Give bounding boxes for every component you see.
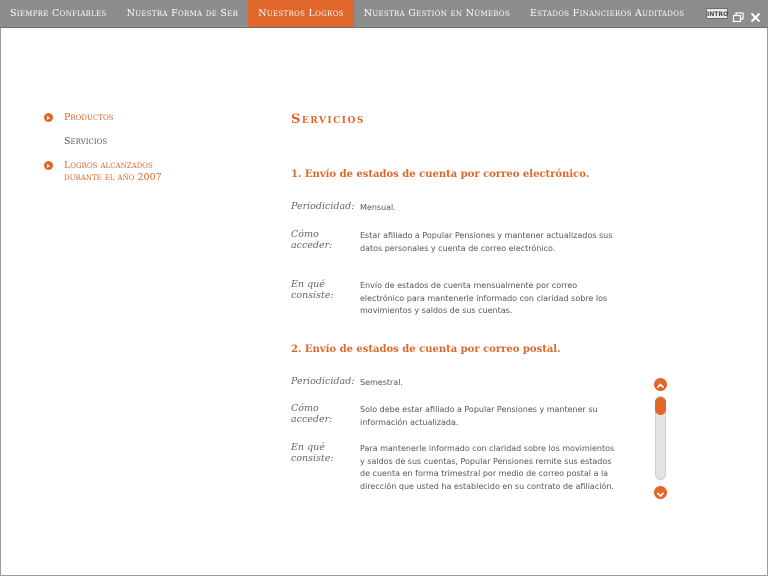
scroll-thumb[interactable]: [655, 397, 666, 415]
menu-item-label: Productos: [64, 112, 114, 123]
row-value: Mensual.: [360, 203, 396, 212]
scroll-down-icon[interactable]: [654, 486, 667, 499]
side-menu: Productos Servicios Logros alcanzados du…: [44, 112, 244, 196]
tab-nuestros-logros[interactable]: Nuestros Logros: [248, 0, 354, 27]
menu-item-label: Servicios: [64, 136, 108, 147]
row-label: Periodicidad:: [291, 376, 355, 387]
main-content: Servicios 1. Envío de estados de cuenta …: [291, 112, 651, 491]
row-value: Solo debe estar afiliado a Popular Pensi…: [360, 405, 598, 427]
nav-tabs: Siempre Confiables Nuestra Forma de Ser …: [0, 0, 694, 27]
menu-item-label: Logros alcanzados: [64, 160, 153, 171]
menu-item-productos[interactable]: Productos: [44, 112, 244, 124]
row-label: Cómo acceder:: [291, 403, 333, 425]
scroll-up-icon[interactable]: [654, 378, 667, 391]
row-value: Semestral.: [360, 378, 403, 387]
tab-nuestra-forma-de-ser[interactable]: Nuestra Forma de Ser: [117, 0, 249, 27]
row-value: Envío de estados de cuenta mensualmente …: [360, 281, 608, 315]
row-value: Para mantenerle informado con claridad s…: [360, 444, 615, 491]
tab-nuestra-gestion-en-numeros[interactable]: Nuestra Gestión en Números: [354, 0, 520, 27]
section-heading-2: 2. Envío de estados de cuenta por correo…: [291, 344, 561, 355]
menu-item-label-line2: durante el año 2007: [64, 172, 162, 183]
tab-siempre-confiables[interactable]: Siempre Confiables: [0, 0, 117, 27]
section-heading-1: 1. Envío de estados de cuenta por correo…: [291, 169, 590, 180]
restore-window-icon[interactable]: [732, 8, 745, 23]
page-title: Servicios: [291, 112, 365, 127]
menu-item-servicios[interactable]: Servicios: [44, 136, 244, 148]
row-label: En qué consiste:: [291, 442, 334, 464]
row-value: Estar afiliado a Popular Pensiones y man…: [360, 231, 613, 253]
window-controls: INTRO: [706, 8, 762, 23]
arrow-bullet-icon: [44, 113, 53, 122]
content-scrollbar[interactable]: [654, 378, 668, 500]
arrow-bullet-icon: [44, 161, 53, 170]
close-icon[interactable]: [749, 8, 762, 23]
row-label: En qué consiste:: [291, 279, 334, 301]
tab-estados-financieros-auditados[interactable]: Estados Financieros Auditados: [520, 0, 694, 27]
row-label: Cómo acceder:: [291, 229, 333, 251]
top-navigation-bar: Siempre Confiables Nuestra Forma de Ser …: [0, 0, 768, 28]
menu-item-logros-alcanzados[interactable]: Logros alcanzados durante el año 2007: [44, 160, 244, 184]
intro-button[interactable]: INTRO: [706, 8, 728, 19]
row-label: Periodicidad:: [291, 201, 355, 212]
